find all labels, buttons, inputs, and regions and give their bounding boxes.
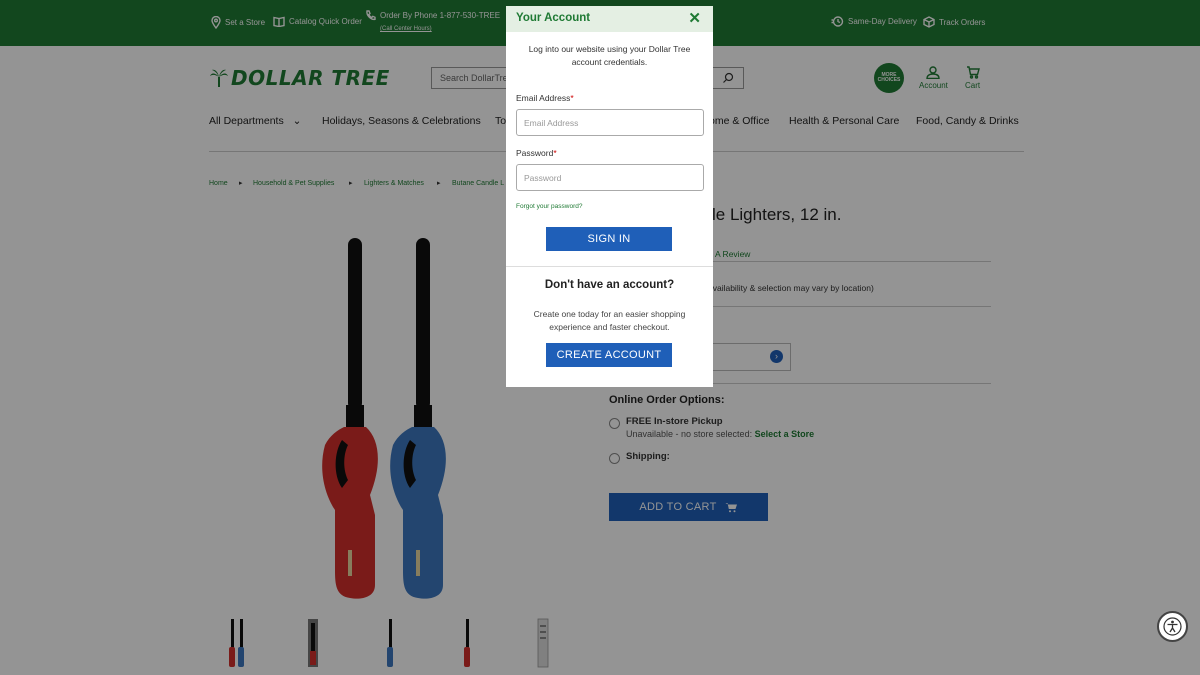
email-field[interactable] [516,109,704,136]
create-account-label: CREATE ACCOUNT [556,349,662,361]
modal-intro-text: Log into our website using your Dollar T… [528,44,691,67]
accessibility-button[interactable] [1157,611,1188,642]
required-mark: * [553,148,557,158]
forgot-password-link[interactable]: Forgot your password? [516,203,582,210]
password-label-text: Password [516,148,554,158]
accessibility-icon [1163,617,1182,636]
sign-in-button[interactable]: SIGN IN [546,227,672,251]
email-label: Email Address* [516,93,574,103]
create-account-button[interactable]: CREATE ACCOUNT [546,343,672,367]
account-modal: Your Account ✕ Log into our website usin… [506,6,713,387]
email-label-text: Email Address [516,93,571,103]
modal-title: Your Account [516,12,591,24]
close-icon[interactable]: ✕ [688,11,701,26]
password-label: Password* [516,148,557,158]
no-account-heading: Don't have an account? [544,279,675,291]
create-account-description: Create one today for an easier shopping … [533,309,686,332]
modal-header: Your Account ✕ [506,6,713,32]
password-field[interactable] [516,164,704,191]
modal-divider [506,266,713,267]
required-mark: * [570,93,574,103]
sign-in-label: SIGN IN [587,233,631,245]
